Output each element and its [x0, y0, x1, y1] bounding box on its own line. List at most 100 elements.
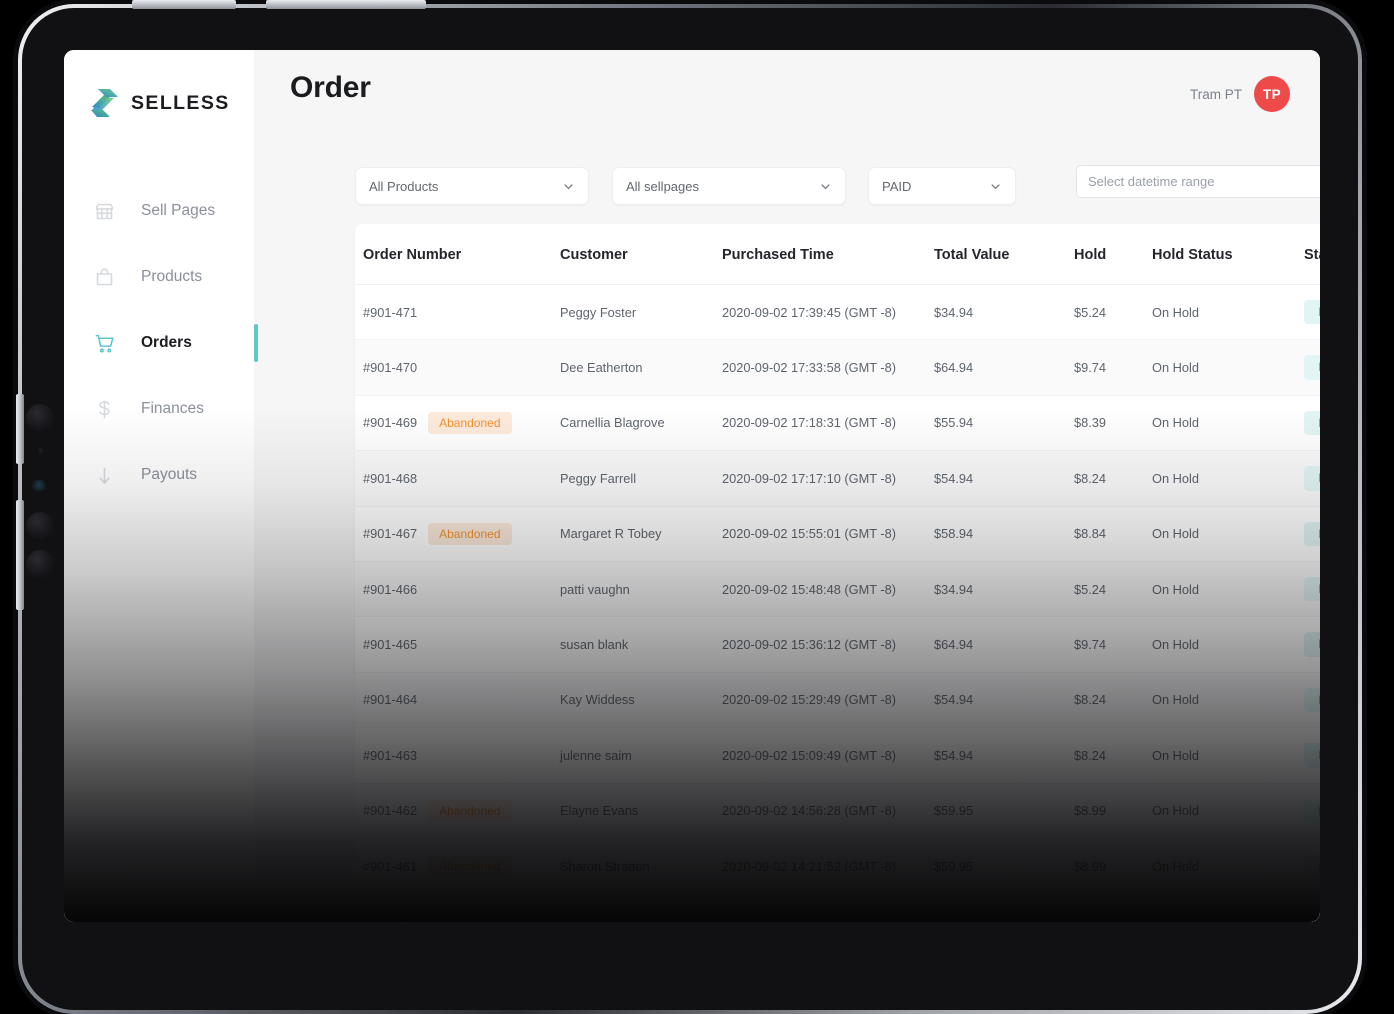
datetime-range-input[interactable]: Select datetime range [1076, 165, 1320, 198]
sidebar-item-orders[interactable]: Orders [64, 310, 254, 376]
cell-hold-status: On Hold [1152, 728, 1304, 783]
device-speaker-grille-middle [26, 512, 54, 540]
sidebar-item-finances[interactable]: Finances [64, 376, 254, 442]
brand-logo[interactable]: SELLESS [64, 50, 254, 120]
cell-purchased-time: 2020-09-02 15:09:49 (GMT -8) [722, 728, 934, 783]
cell-total-value: $54.94 [934, 672, 1074, 727]
sidebar-item-payouts[interactable]: Payouts [64, 442, 254, 508]
sellpage-filter-value: All sellpages [626, 179, 819, 194]
device-top-button-2[interactable] [266, 0, 426, 9]
cell-total-value: $59.95 [934, 783, 1074, 838]
sidebar-item-products[interactable]: Products [64, 244, 254, 310]
cell-purchased-time: 2020-09-02 17:18:31 (GMT -8) [722, 395, 934, 450]
column-header-status[interactable]: Status [1304, 224, 1320, 285]
abandoned-badge: Abandoned [428, 800, 511, 822]
status-badge: Paid [1304, 799, 1320, 823]
table-row[interactable]: #901-469AbandonedCarnellia Blagrove2020-… [355, 395, 1320, 450]
product-filter-value: All Products [369, 179, 562, 194]
device-front-camera [32, 480, 46, 491]
cell-hold-status: On Hold [1152, 672, 1304, 727]
cell-total-value: $55.94 [934, 395, 1074, 450]
cell-customer: Margaret R Tobey [560, 506, 722, 561]
table-row[interactable]: #901-460 Kathryn Reynosa2020-09-02 14:20:… [355, 894, 1320, 922]
cell-customer: Peggy Farrell [560, 451, 722, 506]
product-filter-select[interactable]: All Products [355, 167, 589, 205]
table-row[interactable]: #901-468Peggy Farrell2020-09-02 17:17:10… [355, 451, 1320, 506]
status-badge: Paid [1304, 909, 1320, 922]
table-row[interactable]: #901-471 Peggy Foster2020-09-02 17:39:45 … [355, 285, 1320, 340]
cell-purchased-time: 2020-09-02 14:21:52 (GMT -8) [722, 838, 934, 893]
cell-order-number: #901-463 [355, 728, 560, 783]
cell-total-value: $58.94 [934, 506, 1074, 561]
avatar[interactable]: TP [1254, 76, 1290, 112]
table-row[interactable]: #901-466patti vaughn2020-09-02 15:48:48 … [355, 561, 1320, 616]
column-header-hold-status[interactable]: Hold Status [1152, 224, 1304, 285]
table-row[interactable]: #901-470Dee Eatherton2020-09-02 17:33:58… [355, 340, 1320, 395]
column-header-customer[interactable]: Customer [560, 224, 722, 285]
column-header-hold[interactable]: Hold [1074, 224, 1152, 285]
cell-hold: $8.99 [1074, 838, 1152, 893]
cell-purchased-time: 2020-09-02 17:39:45 (GMT -8) [722, 285, 934, 340]
user-account[interactable]: Tram PT TP [1190, 76, 1290, 112]
table-row[interactable]: #901-464Kay Widdess2020-09-02 15:29:49 (… [355, 672, 1320, 727]
page-title: Order [290, 71, 371, 105]
order-number-wrapper: #901-463 [363, 748, 560, 763]
sidebar-nav: Sell Pages Products Orders [64, 178, 254, 508]
cell-order-number: #901-467Abandoned [355, 506, 560, 561]
sidebar-item-label: Orders [141, 334, 192, 352]
status-badge: Paid [1304, 688, 1320, 712]
order-number-wrapper: #901-461Abandoned [363, 855, 560, 877]
cell-status: Paid [1304, 728, 1320, 783]
table-row[interactable]: #901-467AbandonedMargaret R Tobey2020-09… [355, 506, 1320, 561]
cell-status: Paid [1304, 672, 1320, 727]
cell-hold: $9.74 [1074, 617, 1152, 672]
cell-customer: Kathryn Reynosa [560, 894, 722, 922]
cell-purchased-time: 2020-09-02 15:36:12 (GMT -8) [722, 617, 934, 672]
device-top-button-1[interactable] [132, 0, 236, 9]
sellpage-filter-select[interactable]: All sellpages [612, 167, 846, 205]
selless-logo-icon [88, 86, 120, 120]
status-badge: Paid [1304, 300, 1320, 324]
order-number-text: #901-460 [363, 914, 417, 922]
table-row[interactable]: #901-465susan blank2020-09-02 15:36:12 (… [355, 617, 1320, 672]
sidebar-item-label: Sell Pages [141, 202, 215, 220]
cell-total-value: $34.94 [934, 561, 1074, 616]
cell-status: Paid [1304, 561, 1320, 616]
device-volume-down-button[interactable] [16, 500, 24, 610]
chevron-down-icon [989, 180, 1002, 193]
table-row[interactable]: #901-463julenne saim2020-09-02 15:09:49 … [355, 728, 1320, 783]
cell-customer: Peggy Foster [560, 285, 722, 340]
order-number-wrapper: #901-466 [363, 582, 560, 597]
cell-order-number: #901-464 [355, 672, 560, 727]
cell-hold-status: On Hold [1152, 894, 1304, 922]
status-filter-select[interactable]: PAID [868, 167, 1016, 205]
cell-hold: $8.84 [1074, 506, 1152, 561]
order-number-text: #901-462 [363, 803, 417, 818]
status-badge: Paid [1304, 743, 1320, 767]
column-header-order-number[interactable]: Order Number [355, 224, 560, 285]
table-row[interactable]: #901-461AbandonedSharon Stratton2020-09-… [355, 838, 1320, 893]
cell-order-number: #901-460 [355, 894, 560, 922]
cell-purchased-time: 2020-09-02 14:20:12 (GMT -8) [722, 894, 934, 922]
column-header-total-value[interactable]: Total Value [934, 224, 1074, 285]
sidebar-item-sell-pages[interactable]: Sell Pages [64, 178, 254, 244]
cell-total-value: $54.94 [934, 728, 1074, 783]
order-number-text: #901-461 [363, 859, 417, 874]
chevron-down-icon [562, 180, 575, 193]
brand-name: SELLESS [131, 92, 230, 115]
device-volume-up-button[interactable] [16, 394, 24, 464]
main-content: Order Tram PT TP All Products All sellpa… [254, 50, 1320, 922]
order-number-text: #901-464 [363, 692, 417, 707]
cell-customer: patti vaughn [560, 561, 722, 616]
cell-hold: $8.39 [1074, 395, 1152, 450]
cell-status: Paid [1304, 617, 1320, 672]
bag-icon [94, 267, 115, 288]
cell-purchased-time: 2020-09-02 14:56:28 (GMT -8) [722, 783, 934, 838]
status-badge: Paid [1304, 632, 1320, 656]
column-header-purchased-time[interactable]: Purchased Time [722, 224, 934, 285]
order-number-wrapper: #901-465 [363, 637, 560, 652]
table-row[interactable]: #901-462AbandonedElayne Evans2020-09-02 … [355, 783, 1320, 838]
order-number-text: #901-471 [363, 305, 417, 320]
device-speaker-grille-top [26, 404, 54, 432]
cell-order-number: #901-470 [355, 340, 560, 395]
